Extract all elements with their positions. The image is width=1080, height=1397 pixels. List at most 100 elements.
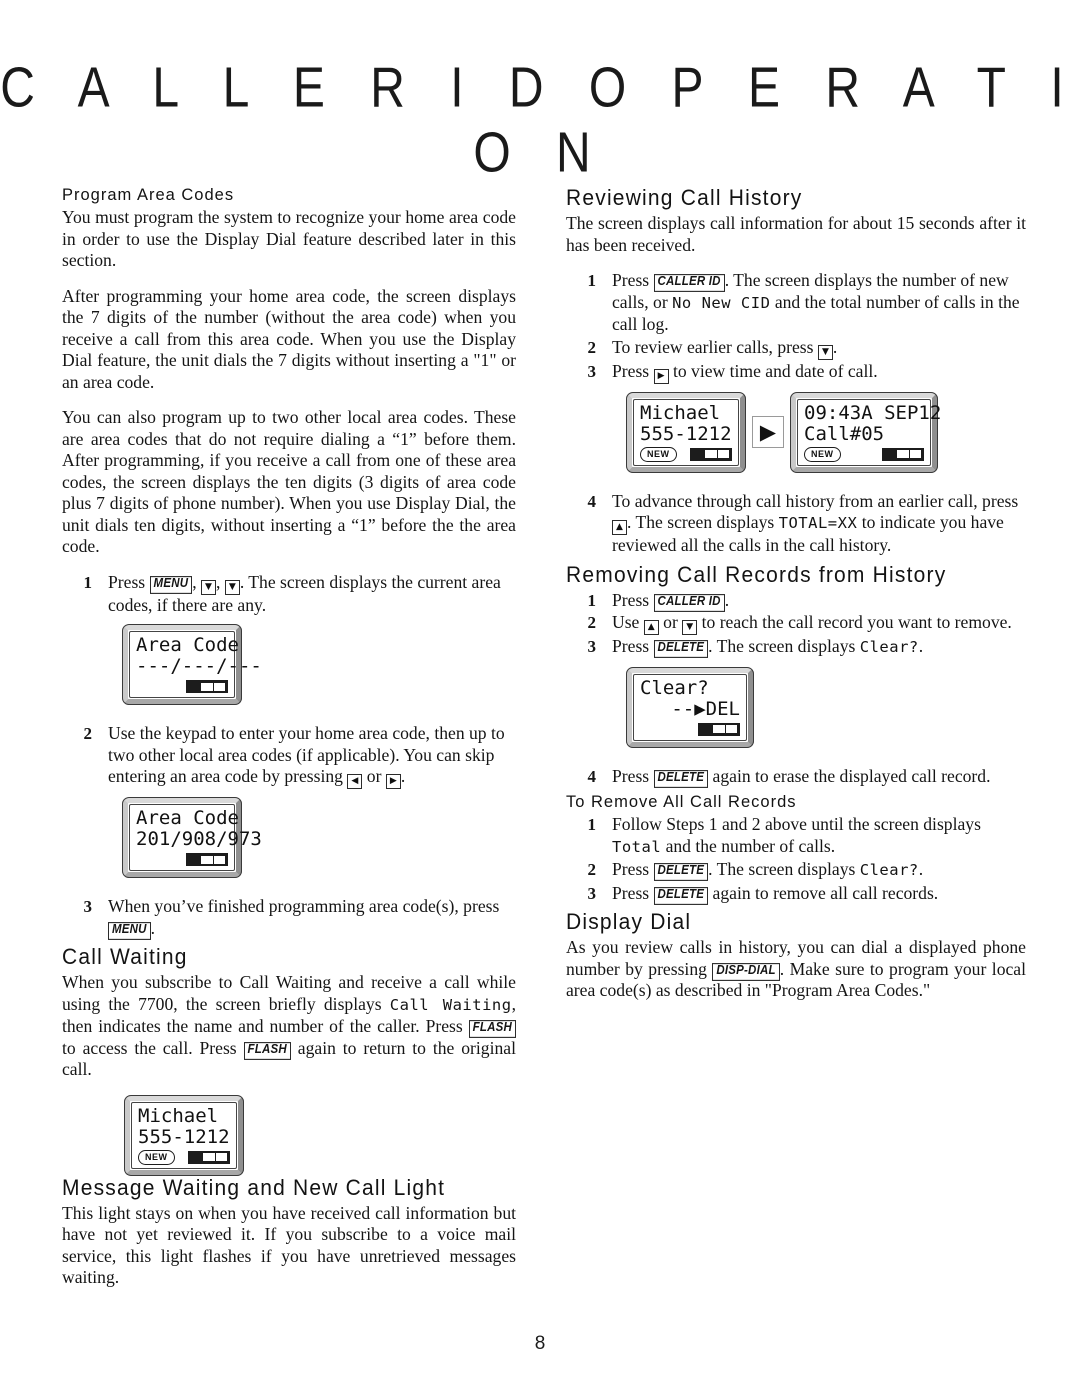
step-text-mid: ,: [192, 571, 202, 592]
step-number: 2: [587, 613, 597, 632]
heading-reviewing-call-history: Reviewing Call History: [566, 186, 803, 211]
steps-remove-all-records: 1 Follow Steps 1 and 2 above until the s…: [566, 814, 1026, 905]
step-text-pre: Press: [612, 765, 654, 786]
paragraph-display-dial: As you review calls in history, you can …: [566, 937, 1026, 1002]
step-text-post: again to remove all call records.: [708, 882, 939, 903]
step-text: Press DELETE again to erase the displaye…: [612, 766, 1026, 788]
key-delete[interactable]: DELETE: [653, 863, 709, 881]
steps-reviewing-call-history: 1 Press CALLER ID. The screen displays t…: [566, 270, 1026, 384]
key-disp-dial[interactable]: DISP-DIAL: [712, 962, 780, 981]
step-text-pre: Press: [612, 636, 654, 656]
steps-reviewing-call-history-4: 4 To advance through call history from a…: [566, 491, 1026, 557]
cw-text-c: to access the call. Press: [62, 1037, 244, 1058]
lcd-caller-michael: Michael 555-1212 NEW: [626, 391, 746, 473]
paragraph-program-area-codes-1: You must program the system to recognize…: [62, 207, 516, 270]
arrow-down-icon[interactable]: ▼: [817, 344, 833, 360]
arrow-up-icon[interactable]: ▲: [643, 620, 659, 635]
lcd-line-2: Call#05: [804, 422, 885, 445]
step-text: Press DELETE. The screen displays Clear?…: [612, 859, 1026, 882]
step-text: Follow Steps 1 and 2 above until the scr…: [612, 814, 1026, 858]
lcd-area-code-empty: Area Code ---/---/---: [122, 624, 516, 705]
step-text: Press CALLER ID. The screen displays the…: [612, 270, 1026, 336]
arrow-down-icon[interactable]: ▼: [224, 579, 240, 595]
lcd-area-code-filled: Area Code 201/908/973: [122, 797, 516, 878]
arrow-left-icon[interactable]: ◀: [347, 774, 363, 789]
heading-removing-call-records: Removing Call Records from History: [566, 562, 947, 587]
step-item: 2 To review earlier calls, press ▼.: [566, 337, 1026, 360]
step-number: 2: [83, 724, 93, 743]
lcd-status-row: [136, 851, 228, 868]
step-text-pre: Use: [612, 612, 644, 632]
step-number: 1: [587, 590, 597, 610]
paragraph-program-area-codes-2: After programming your home area code, t…: [62, 285, 516, 392]
page-number: 8: [534, 1333, 546, 1354]
arrow-right-icon[interactable]: ▶: [385, 774, 401, 789]
right-column: Reviewing Call History The screen displa…: [566, 186, 1026, 1016]
heading-display-dial: Display Dial: [566, 910, 692, 935]
step-text-pre: Follow Steps 1 and 2 above until the scr…: [612, 814, 981, 834]
key-delete[interactable]: DELETE: [653, 886, 709, 905]
step-number: 4: [587, 766, 597, 786]
step-item: 3 When you’ve finished programming area …: [62, 896, 516, 940]
step-text: Press MENU, ▼, ▼. The screen displays th…: [108, 572, 516, 617]
arrow-down-icon[interactable]: ▼: [201, 579, 217, 595]
step-text-pre: When you’ve finished programming area co…: [108, 896, 500, 916]
key-caller-id[interactable]: CALLER ID: [653, 593, 725, 612]
arrow-down-icon[interactable]: ▼: [682, 620, 698, 635]
lcd-call-timestamp: 09:43A SEP12 Call#05 NEW: [790, 391, 942, 473]
lcd-line-1: 09:43A SEP12: [804, 401, 942, 424]
step-text-pre: Press: [612, 859, 654, 879]
key-delete[interactable]: DELETE: [653, 640, 709, 658]
signal-bars-icon: [698, 722, 740, 736]
step-text: Use the keypad to enter your home area c…: [108, 723, 516, 789]
step-text: Press CALLER ID.: [612, 590, 1026, 612]
paragraph-reviewing-intro: The screen displays call information for…: [566, 213, 1026, 255]
steps-program-area-codes-2: 2 Use the keypad to enter your home area…: [62, 723, 516, 789]
lcd-line-1: Area Code: [136, 807, 239, 829]
step-text-post: to reach the call record you want to rem…: [697, 612, 1012, 632]
status-badge-new: NEW: [138, 1149, 175, 1165]
signal-bars-icon: [186, 680, 228, 693]
arrow-right-button[interactable]: ▶: [752, 416, 784, 448]
key-flash[interactable]: FLASH: [468, 1020, 516, 1038]
step-number: 3: [587, 883, 597, 903]
step-number: 4: [587, 491, 597, 511]
step-text-mid: . The screen displays: [627, 512, 779, 532]
step-number: 1: [587, 815, 597, 834]
step-item: 1 Press MENU, ▼, ▼. The screen displays …: [62, 572, 516, 617]
lcd-phrase-total: TOTAL=XX: [778, 514, 858, 532]
lcd-line-1: Area Code: [136, 634, 239, 656]
step-text-mid2: ,: [216, 571, 225, 592]
key-caller-id[interactable]: CALLER ID: [653, 274, 725, 292]
step-text-post: .: [150, 917, 156, 938]
signal-bars-icon: [188, 1150, 230, 1164]
status-badge-new: NEW: [640, 446, 677, 462]
heading-message-waiting: Message Waiting and New Call Light: [62, 1175, 446, 1200]
steps-removing-call-records-4: 4 Press DELETE again to erase the displa…: [566, 766, 1026, 788]
step-text-pre: Press: [612, 882, 654, 903]
step-text: Press ▶ to view time and date of call.: [612, 361, 1026, 384]
step-text: When you’ve finished programming area co…: [108, 896, 516, 940]
heading-remove-all-records: To Remove All Call Records: [566, 793, 797, 811]
paragraph-call-waiting: When you subscribe to Call Waiting and r…: [62, 972, 516, 1081]
lcd-clear-confirm: Clear? --▶DEL: [626, 666, 1026, 748]
step-text: Press DELETE. The screen displays Clear?…: [612, 636, 1026, 659]
arrow-up-icon[interactable]: ▲: [612, 520, 627, 535]
step-number: 3: [587, 361, 597, 381]
arrow-right-icon[interactable]: ▶: [653, 368, 669, 384]
key-menu[interactable]: MENU: [149, 575, 193, 594]
steps-program-area-codes: 1 Press MENU, ▼, ▼. The screen displays …: [62, 572, 516, 617]
key-flash[interactable]: FLASH: [243, 1041, 291, 1060]
step-text-pre: To review earlier calls, press: [612, 336, 818, 357]
step-text: Press DELETE again to remove all call re…: [612, 883, 1026, 905]
key-delete[interactable]: DELETE: [653, 769, 709, 788]
lcd-line-2: 555-1212: [640, 422, 732, 445]
step-item: 3 Press DELETE. The screen displays Clea…: [566, 636, 1026, 659]
key-menu[interactable]: MENU: [108, 921, 151, 940]
lcd-phrase-clear: Clear?: [859, 638, 919, 656]
status-badge-new: NEW: [804, 446, 841, 462]
step-number: 2: [587, 337, 597, 357]
step-text-mid: or: [658, 612, 683, 632]
lcd-phrase-total: Total: [612, 837, 662, 856]
step-text-post: to view time and date of call.: [668, 360, 878, 381]
